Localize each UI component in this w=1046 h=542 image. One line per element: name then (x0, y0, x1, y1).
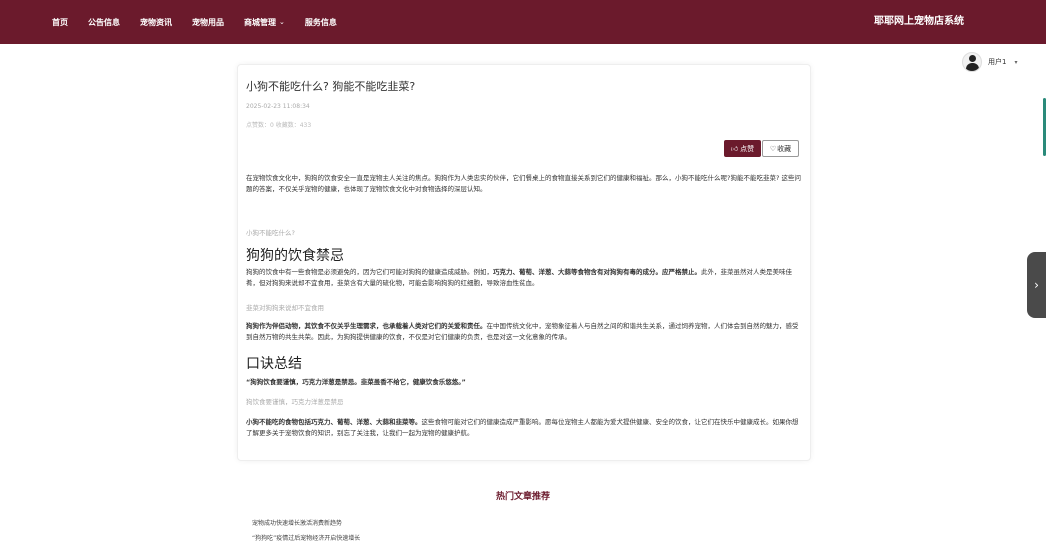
article-title: 小狗不能吃什么? 狗能不能吃韭菜? (246, 80, 416, 93)
main-nav: 首页 公告信息 宠物资讯 宠物用品 商城管理 ⌄ 服务信息 (52, 0, 357, 44)
favorite-button-label: 收藏 (777, 144, 792, 153)
top-navbar: 首页 公告信息 宠物资讯 宠物用品 商城管理 ⌄ 服务信息 耶耶网上宠物店系统 (0, 0, 1046, 44)
hot-article-link[interactable]: 宠物成功快速增长激活消费新趋势 (252, 518, 342, 527)
nav-item-home[interactable]: 首页 (52, 17, 68, 28)
paragraph-1-emphasis: 巧克力、葡萄、洋葱、大蒜等食物含有对狗狗有毒的成分。应严格禁止。 (493, 268, 701, 276)
chevron-right-icon: › (1034, 278, 1039, 292)
like-button-label: 点赞 (740, 144, 755, 153)
article-stats: 点赞数：0 收藏数：433 (246, 122, 312, 129)
motto: “狗狗饮食要谨慎，巧克力洋葱是禁忌。韭菜虽香不给它，健康饮食乐悠悠。” (246, 378, 466, 386)
avatar (962, 52, 982, 72)
side-expand-tab[interactable]: › (1027, 252, 1046, 318)
user-name: 用户1 (988, 58, 1007, 66)
quote-3: 狗饮食要谨慎，巧克力洋葱是禁忌 (246, 398, 344, 406)
thumbs-up-icon: 👍︎ (730, 145, 739, 153)
nav-item-services[interactable]: 服务信息 (305, 17, 337, 28)
quote-1: 小狗不能吃什么? (246, 229, 295, 237)
heading-summary: 口诀总结 (246, 356, 302, 372)
paragraph-1: 狗狗的饮食中有一些食物是必须避免的，因为它们可能对狗狗的健康造成威胁。例如，巧克… (246, 267, 804, 289)
nav-item-mall-management[interactable]: 商城管理 ⌄ (244, 17, 285, 28)
hot-articles-title: 热门文章推荐 (495, 492, 550, 502)
paragraph-3: 小狗不能吃的食物包括巧克力、葡萄、洋葱、大蒜和韭菜等。这些食物可能对它们的健康造… (246, 417, 804, 439)
avatar-body (966, 63, 979, 71)
paragraph-2-emphasis: 狗狗作为伴侣动物，其饮食不仅关乎生理需求，也承载着人类对它们的关爱和责任。 (246, 322, 487, 330)
article-intro: 在宠物饮食文化中，狗狗的饮食安全一直是宠物主人关注的焦点。狗狗作为人类忠实的伙伴… (246, 174, 801, 193)
nav-item-announcements[interactable]: 公告信息 (88, 17, 120, 28)
heart-icon: ♡ (769, 144, 777, 153)
nav-item-pet-news[interactable]: 宠物资讯 (140, 17, 172, 28)
paragraph-1-text: 狗狗的饮食中有一些食物是必须避免的，因为它们可能对狗狗的健康造成威胁。例如， (246, 268, 493, 276)
chevron-down-icon: ⌄ (279, 18, 285, 26)
favorite-button[interactable]: ♡ 收藏 (762, 140, 799, 157)
quote-2: 韭菜对狗狗来说却不宜食用 (246, 304, 324, 312)
article-date: 2025-02-23 11:08:34 (246, 103, 310, 110)
like-button[interactable]: 👍︎ 点赞 (724, 140, 761, 157)
heading-diet-taboos: 狗狗的饮食禁忌 (246, 248, 344, 264)
nav-item-mall-label: 商城管理 (244, 17, 276, 27)
caret-down-icon: ▾ (1014, 58, 1018, 66)
hot-article-link[interactable]: “狗狗吃”疫情过后宠物经济开启快速增长 (252, 533, 360, 542)
paragraph-2: 狗狗作为伴侣动物，其饮食不仅关乎生理需求，也承载着人类对它们的关爱和责任。在中国… (246, 321, 804, 343)
article-card: 小狗不能吃什么? 狗能不能吃韭菜? 2025-02-23 11:08:34 点赞… (237, 64, 811, 461)
site-brand: 耶耶网上宠物店系统 (874, 16, 964, 27)
nav-item-pet-supplies[interactable]: 宠物用品 (192, 17, 224, 28)
user-menu[interactable]: 用户1 ▾ (962, 52, 1017, 72)
avatar-head (969, 55, 976, 62)
paragraph-3-emphasis: 小狗不能吃的食物包括巧克力、葡萄、洋葱、大蒜和韭菜等。 (246, 418, 422, 426)
